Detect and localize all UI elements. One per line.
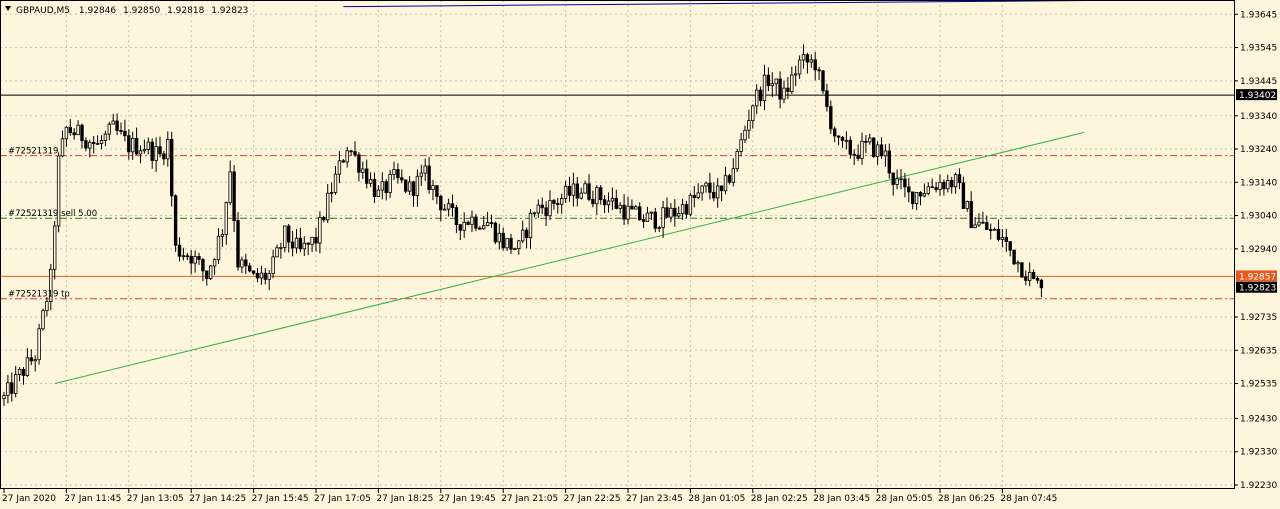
y-tick-label: 1.93645	[1240, 10, 1277, 20]
y-tick-label: 1.92430	[1240, 414, 1277, 424]
order-label: #72521319	[8, 147, 58, 157]
y-tick-label: 1.92330	[1240, 448, 1277, 458]
x-tick-label: 27 Jan 19:45	[439, 494, 496, 504]
x-tick-label: 27 Jan 15:45	[252, 494, 309, 504]
y-tick-label: 1.93240	[1240, 145, 1277, 155]
y-tick-label: 1.92635	[1240, 346, 1277, 356]
y-tick-label: 1.93040	[1240, 212, 1277, 222]
candle	[688, 192, 693, 217]
order-label: #72521319 tp	[8, 290, 70, 300]
candle	[41, 308, 45, 331]
candle	[56, 152, 61, 233]
candle	[821, 70, 825, 94]
y-tick-label: 1.93340	[1240, 112, 1277, 122]
x-tick-label: 27 Jan 22:25	[564, 494, 621, 504]
x-tick-label: 28 Jan 03:45	[813, 494, 870, 504]
y-tick-label: 1.92735	[1240, 313, 1277, 323]
y-tick-label: 1.93445	[1240, 77, 1277, 87]
price-axis: 1.93645 1.93545 1.93445 1.93340 1.93240 1.931…	[1234, 10, 1277, 491]
price-chart[interactable]: #72521319 #72521319 sell 5.00 #72521319 tp…	[0, 0, 1280, 509]
symbol-label: GBPAUD,M5	[16, 6, 70, 16]
candle	[735, 148, 739, 172]
y-tick-label: 1.93545	[1240, 44, 1277, 54]
y-tick-label: 1.92535	[1240, 380, 1277, 390]
candle	[1020, 262, 1024, 278]
chart-header: GBPAUD,M5 1.92846 1.92850 1.92818 1.9282…	[16, 6, 248, 16]
x-tick-label: 27 Jan 23:45	[626, 494, 683, 504]
x-tick-label: 28 Jan 02:25	[751, 494, 808, 504]
price-badge: 1.92823	[1236, 281, 1277, 294]
candle	[1012, 249, 1016, 266]
x-tick-label: 27 Jan 13:05	[127, 494, 184, 504]
candle	[173, 194, 178, 252]
candle	[872, 137, 876, 159]
price-badge: 1.92857	[1236, 270, 1277, 282]
open-value: 1.92846	[79, 6, 116, 16]
order-label: #72521319 sell 5.00	[8, 209, 97, 219]
price-badge: 1.93402	[1236, 89, 1277, 101]
x-tick-label: 28 Jan 01:05	[688, 494, 745, 504]
candle	[236, 212, 240, 271]
x-tick-label: 27 Jan 11:45	[64, 494, 121, 504]
x-tick-label: 27 Jan 2020	[2, 494, 56, 504]
x-tick-label: 28 Jan 06:25	[938, 494, 995, 504]
x-tick-label: 28 Jan 07:45	[1000, 494, 1057, 504]
high-value: 1.92850	[123, 6, 160, 16]
svg-text:1.93402: 1.93402	[1239, 91, 1276, 101]
candle	[403, 179, 408, 194]
y-tick-label: 1.93140	[1240, 178, 1277, 188]
x-tick-label: 28 Jan 05:05	[876, 494, 933, 504]
candle	[208, 264, 213, 281]
x-tick-label: 27 Jan 17:05	[314, 494, 371, 504]
x-tick-label: 27 Jan 21:05	[501, 494, 558, 504]
y-tick-label: 1.92940	[1240, 245, 1277, 255]
candle	[493, 221, 498, 245]
low-value: 1.92818	[167, 6, 204, 16]
x-tick-label: 27 Jan 14:25	[189, 494, 246, 504]
candle	[37, 323, 41, 365]
candle	[169, 131, 174, 207]
svg-text:1.92857: 1.92857	[1239, 272, 1276, 282]
x-tick-label: 27 Jan 18:25	[376, 494, 433, 504]
y-tick-label: 1.92230	[1240, 481, 1277, 491]
close-value: 1.92823	[211, 6, 248, 16]
svg-text:1.92823: 1.92823	[1239, 284, 1276, 294]
